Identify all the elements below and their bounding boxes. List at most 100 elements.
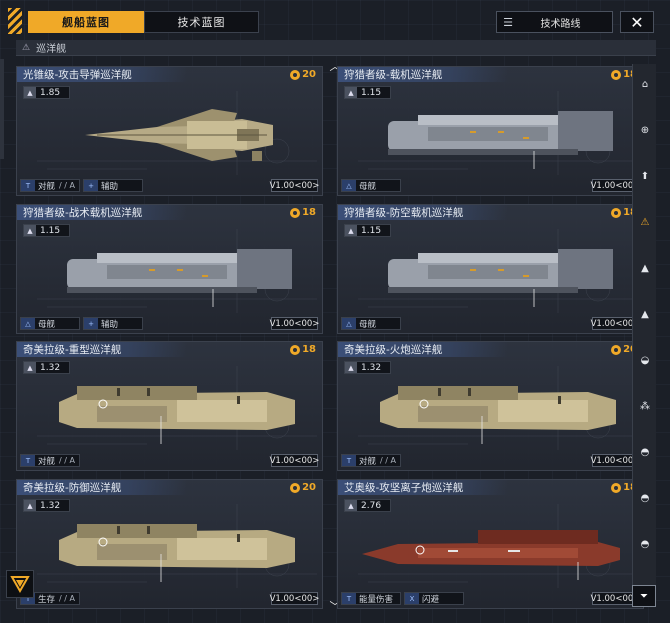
close-button[interactable]: ✕ (620, 11, 654, 33)
ship-illustration (358, 91, 638, 175)
sidebar-item-class-battleship[interactable]: ◓ (633, 440, 657, 464)
ship-blueprint-card[interactable]: 光锥级-攻击导弹巡洋舰 20 ▲ 1.85 T 对舰 / / A + 辅助 V1.00<00> (16, 66, 323, 196)
ship-class-icon: ⁂ (640, 400, 650, 412)
command-cost: 18 (290, 207, 316, 218)
sidebar-item-class-frigate[interactable]: ⌂ (633, 72, 657, 96)
corner-logo-button[interactable] (6, 570, 34, 598)
ship-class-icon: ◒ (640, 354, 650, 366)
role-label: 闪避 (422, 594, 440, 605)
ship-class-icon: ◓ (640, 538, 650, 550)
cost-icon (290, 69, 301, 80)
stat-icon: ▲ (345, 362, 357, 373)
ship-class-icon: ⌂ (641, 78, 649, 90)
ship-name: 奇美拉级-火炮巡洋舰 (338, 342, 508, 357)
role-label: 对舰 (38, 181, 56, 192)
role-icon: T (342, 455, 356, 466)
role-grade: / / A (59, 456, 75, 465)
ship-illustration (37, 366, 317, 450)
tab-tech-blueprints[interactable]: 技术蓝图 (144, 11, 259, 33)
cost-value: 18 (302, 207, 316, 218)
ship-name: 奇美拉级-防御巡洋舰 (17, 480, 187, 495)
sidebar-item-class-dread[interactable]: ◓ (633, 486, 657, 510)
ship-blueprint-card[interactable]: 艾奥级-攻坚离子炮巡洋舰 18 ▲ 2.76 T 能量伤害 X 闪避 V1.00<00> (337, 479, 644, 609)
ship-role-tag: + 辅助 (83, 179, 143, 192)
ship-name: 狩猎者级-防空载机巡洋舰 (338, 205, 508, 220)
ship-blueprint-card[interactable]: 奇美拉级-防御巡洋舰 20 ▲ 1.32 T 生存 / / A V1.00<00> (16, 479, 323, 609)
ship-blueprint-card[interactable]: 奇美拉级-重型巡洋舰 18 ▲ 1.32 T 对舰 / / A V1.00<00> (16, 341, 323, 471)
role-label: 对舰 (359, 456, 377, 467)
cruiser-class-icon: ⚠ (22, 42, 31, 53)
ship-blueprint-card[interactable]: 奇美拉级-火炮巡洋舰 20 ▲ 1.32 T 对舰 / / A V1.00<00> (337, 341, 644, 471)
sidebar-item-class-aux[interactable]: ▲ (633, 302, 657, 326)
filter-icon: ⏷ (640, 590, 648, 602)
ship-blueprint-card[interactable]: 狩猎者级-防空载机巡洋舰 18 ▲ 1.15 △ 母舰 V1.00<00> (337, 204, 644, 334)
role-icon: T (342, 593, 356, 604)
ship-illustration (358, 366, 638, 450)
ship-illustration (358, 229, 638, 313)
sidebar-item-class-battlecruiser[interactable]: ▲ (633, 256, 657, 280)
version-badge: V1.00<00> (269, 454, 320, 467)
cost-value: 20 (302, 69, 316, 80)
ship-name: 光锥级-攻击导弹巡洋舰 (17, 67, 187, 82)
sidebar-item-class-mothership[interactable]: ◓ (633, 532, 657, 556)
ship-name: 奇美拉级-重型巡洋舰 (17, 342, 187, 357)
ship-illustration (37, 504, 317, 588)
version-badge: V1.00<00> (269, 179, 320, 192)
section-header: ⚠ 巡洋舰 (16, 40, 656, 56)
stat-icon: ▲ (24, 225, 36, 236)
role-icon: + (84, 318, 98, 329)
cost-icon (611, 69, 622, 80)
role-grade: / / A (59, 594, 75, 603)
ship-illustration (37, 229, 317, 313)
role-label: 母舰 (359, 181, 377, 192)
stat-icon: ▲ (345, 87, 357, 98)
sidebar-item-class-carrier[interactable]: ◒ (633, 348, 657, 372)
role-icon: △ (342, 318, 356, 329)
top-bar: 舰船蓝图 技术蓝图 ☰ 技术路线 ✕ (0, 0, 670, 40)
command-cost: 18 (290, 344, 316, 355)
ship-class-icon: ⊕ (640, 124, 650, 136)
tech-route-label: 技术路线 (540, 18, 581, 30)
cost-value: 20 (302, 482, 316, 493)
version-badge: V1.00<00> (269, 317, 320, 330)
cost-icon (290, 344, 301, 355)
role-icon: T (21, 455, 35, 466)
ship-class-icon: ⚠ (640, 216, 650, 228)
sidebar-item-class-light[interactable]: ⬆ (633, 164, 657, 188)
ship-role-tag: + 辅助 (83, 317, 143, 330)
command-cost: 20 (290, 69, 316, 80)
role-label: 能量伤害 (359, 594, 394, 605)
ship-name: 狩猎者级-载机巡洋舰 (338, 67, 508, 82)
ship-name: 狩猎者级-战术载机巡洋舰 (17, 205, 187, 220)
role-label: 母舰 (38, 319, 56, 330)
ship-illustration (37, 91, 317, 175)
ship-class-icon: ◓ (640, 492, 650, 504)
sidebar-item-class-destroyer[interactable]: ⊕ (633, 118, 657, 142)
ship-role-tag: T 对舰 / / A (20, 454, 80, 467)
close-icon: ✕ (630, 12, 644, 32)
role-label: 生存 (38, 594, 56, 605)
ship-class-icon: ▲ (641, 262, 649, 274)
sidebar-item-class-cruiser[interactable]: ⚠ (633, 210, 657, 234)
ship-blueprint-card[interactable]: 狩猎者级-战术载机巡洋舰 18 ▲ 1.15 △ 母舰 + 辅助 V1.00<00> (16, 204, 323, 334)
ship-blueprint-card[interactable]: 狩猎者级-载机巡洋舰 18 ▲ 1.15 △ 母舰 V1.00<00> (337, 66, 644, 196)
filter-button[interactable]: ⏷ (632, 585, 656, 607)
role-label: 辅助 (101, 181, 119, 192)
cost-icon (611, 482, 622, 493)
ship-role-tag: △ 母舰 (341, 179, 401, 192)
tech-route-button[interactable]: ☰ 技术路线 (496, 11, 613, 33)
sidebar-item-class-group[interactable]: ⁂ (633, 394, 657, 418)
role-icon: T (21, 180, 35, 191)
ship-class-icon: ⬆ (640, 170, 650, 182)
role-icon: △ (21, 318, 35, 329)
stat-icon: ▲ (345, 225, 357, 236)
role-label: 母舰 (359, 319, 377, 330)
list-icon: ☰ (503, 15, 513, 29)
tab-ship-blueprints[interactable]: 舰船蓝图 (28, 11, 144, 33)
command-cost: 20 (290, 482, 316, 493)
role-icon: X (405, 593, 419, 604)
ship-class-icon: ▲ (641, 308, 649, 320)
left-edge-handle[interactable] (0, 59, 4, 159)
ship-illustration (358, 504, 638, 588)
role-grade: / / A (380, 456, 396, 465)
